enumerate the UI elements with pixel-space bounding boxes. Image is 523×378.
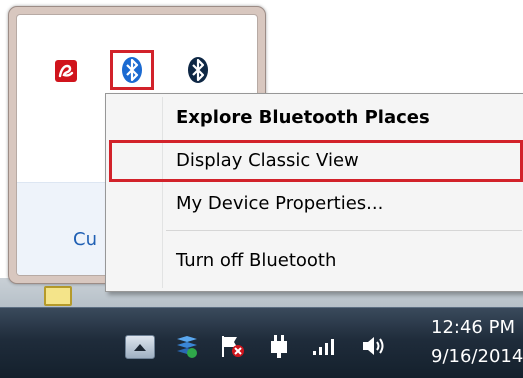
action-center-flag-icon[interactable] (218, 332, 246, 360)
highlight-box (109, 140, 523, 182)
customize-link[interactable]: Cu (73, 229, 97, 250)
clock-time[interactable]: 12:46 PM (431, 317, 515, 338)
taskbar: 12:46 PM 9/16/2014 (0, 307, 523, 378)
menu-item-my-device-properties[interactable]: My Device Properties... (176, 193, 383, 214)
bluetooth-icon[interactable] (120, 57, 144, 83)
menu-icon-gutter (162, 97, 163, 288)
speaker-volume-icon[interactable] (359, 332, 389, 360)
taskbar-preview-tab (44, 286, 72, 306)
show-hidden-icons-arrow-icon[interactable] (125, 335, 155, 359)
menu-item-explore-bluetooth-places[interactable]: Explore Bluetooth Places (176, 107, 430, 128)
avira-icon[interactable] (54, 58, 78, 84)
power-plug-icon[interactable] (266, 332, 292, 360)
bluetooth-icon[interactable] (186, 57, 210, 83)
menu-separator (166, 230, 522, 231)
bluetooth-context-menu: Explore Bluetooth Places Display Classic… (105, 93, 523, 292)
network-sharing-icon[interactable] (173, 332, 201, 360)
signal-bars-icon[interactable] (311, 334, 339, 358)
clock-date[interactable]: 9/16/2014 (431, 346, 523, 367)
menu-item-turn-off-bluetooth[interactable]: Turn off Bluetooth (176, 250, 336, 271)
